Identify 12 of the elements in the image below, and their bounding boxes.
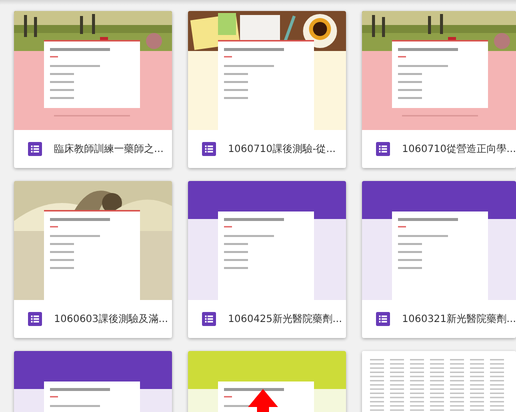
form-title: 1060425新光醫院藥劑... [228,312,342,326]
form-title: 1060321新光醫院藥劑... [402,312,516,326]
form-title: 1060710從營造正向學... [402,142,516,156]
form-title: 臨床教師訓練一藥師之... [54,142,164,156]
form-card[interactable]: 1060321新光醫院藥劑... [362,181,516,338]
form-title: 1060603課後測驗及滿... [54,312,168,326]
form-card[interactable]: 臨床教師訓練一藥師之... [14,11,172,168]
form-card[interactable]: 1060603課後測驗及滿... [14,181,172,338]
form-card[interactable]: 1060710從營造正向學... [362,11,516,168]
form-card[interactable]: 1060425新光醫院藥劑... [188,181,346,338]
form-title: 1060710課後測驗-從... [228,142,336,156]
form-card[interactable]: 1060710課後測驗-從... [188,11,346,168]
